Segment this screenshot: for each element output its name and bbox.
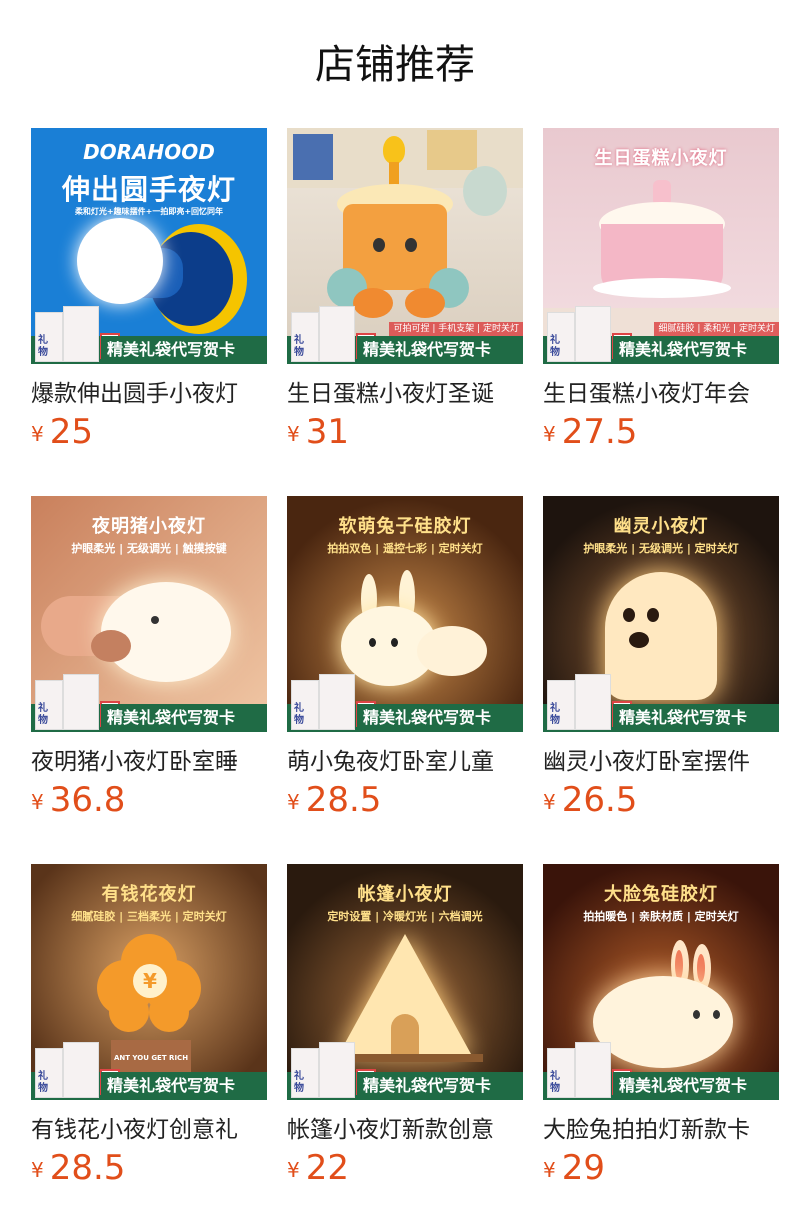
pot-text: ANT YOU GET RICH	[113, 1054, 189, 1062]
product-image[interactable]: 生日蛋糕小夜灯 细腻硅胶 | 柔和光 | 定时关灯 礼物 精美礼袋代写贺卡	[543, 128, 779, 364]
product-price: ¥36.8	[31, 780, 126, 820]
thumb-title: 有钱花夜灯	[101, 884, 197, 905]
thumb-title: 帐篷小夜灯	[357, 884, 453, 905]
product-name[interactable]: 生日蛋糕小夜灯圣诞	[287, 378, 523, 410]
thumb-subtitle: 柔和灯光+趣味摆件+一拍即亮+回忆同年	[74, 207, 224, 216]
product-image[interactable]: 软萌兔子硅胶灯 拍拍双色 | 遥控七彩 | 定时关灯 礼物 精美礼袋代写贺卡	[287, 496, 523, 732]
product-card[interactable]: 可拍可捏 | 手机支架 | 定时关灯 礼物 精美礼袋代写贺卡 生日蛋糕小夜灯圣诞…	[287, 128, 523, 468]
gift-banner: 精美礼袋代写贺卡	[101, 704, 267, 732]
product-card[interactable]: 软萌兔子硅胶灯 拍拍双色 | 遥控七彩 | 定时关灯 礼物 精美礼袋代写贺卡 萌…	[287, 496, 523, 836]
product-name[interactable]: 幽灵小夜灯卧室摆件	[543, 746, 779, 778]
thumb-subtitle: 护眼柔光 | 无级调光 | 定时关灯	[583, 542, 739, 555]
gift-bag-icon: 礼物	[547, 1040, 632, 1098]
brand-logo: DORAHOOD	[83, 140, 215, 164]
product-price: ¥25	[31, 412, 93, 452]
product-name[interactable]: 萌小兔夜灯卧室儿童	[287, 746, 523, 778]
gift-banner: 精美礼袋代写贺卡	[101, 336, 267, 364]
thumb-title: 软萌兔子硅胶灯	[338, 516, 472, 537]
product-card[interactable]: 大脸兔硅胶灯 拍拍暖色 | 亲肤材质 | 定时关灯 礼物 精美礼袋代写贺卡 大脸…	[543, 864, 779, 1204]
gift-bag-icon: 礼物	[291, 304, 376, 362]
product-name[interactable]: 夜明猪小夜灯卧室睡	[31, 746, 267, 778]
gift-banner: 精美礼袋代写贺卡	[357, 336, 523, 364]
thumb-title: 夜明猪小夜灯	[92, 516, 206, 537]
thumb-subtitle: 定时设置 | 冷暖灯光 | 六档调光	[327, 910, 483, 923]
feature-strip: 可拍可捏 | 手机支架 | 定时关灯	[389, 322, 523, 336]
thumb-title: 伸出圆手夜灯	[61, 173, 236, 206]
product-price: ¥22	[287, 1148, 349, 1188]
gift-banner: 精美礼袋代写贺卡	[613, 1072, 779, 1100]
gift-bag-icon: 礼物	[291, 1040, 376, 1098]
product-image[interactable]: 帐篷小夜灯 定时设置 | 冷暖灯光 | 六档调光 礼物 精美礼袋代写贺卡	[287, 864, 523, 1100]
gift-bag-icon: 礼物	[547, 304, 632, 362]
gift-banner: 精美礼袋代写贺卡	[613, 336, 779, 364]
product-image[interactable]: 夜明猪小夜灯 护眼柔光 | 无级调光 | 触摸按键 礼物 精美礼袋代写贺卡	[31, 496, 267, 732]
gift-banner: 精美礼袋代写贺卡	[357, 1072, 523, 1100]
product-price: ¥26.5	[543, 780, 638, 820]
product-price: ¥28.5	[287, 780, 382, 820]
product-card[interactable]: DORAHOOD 伸出圆手夜灯 柔和灯光+趣味摆件+一拍即亮+回忆同年 礼物 精…	[31, 128, 267, 468]
thumb-title: 生日蛋糕小夜灯	[594, 148, 728, 169]
product-image[interactable]: 大脸兔硅胶灯 拍拍暖色 | 亲肤材质 | 定时关灯 礼物 精美礼袋代写贺卡	[543, 864, 779, 1100]
product-image[interactable]: 有钱花夜灯 细腻硅胶 | 三档柔光 | 定时关灯 ¥ ANT YOU GET R…	[31, 864, 267, 1100]
product-name[interactable]: 生日蛋糕小夜灯年会	[543, 378, 779, 410]
thumb-title: 大脸兔硅胶灯	[604, 884, 718, 905]
gift-banner: 精美礼袋代写贺卡	[357, 704, 523, 732]
product-name[interactable]: 有钱花小夜灯创意礼	[31, 1114, 267, 1146]
thumb-subtitle: 拍拍暖色 | 亲肤材质 | 定时关灯	[583, 910, 739, 923]
gift-bag-icon: 礼物	[35, 672, 120, 730]
product-price: ¥28.5	[31, 1148, 126, 1188]
product-price: ¥31	[287, 412, 349, 452]
page-title: 店铺推荐	[315, 42, 475, 88]
thumb-subtitle: 护眼柔光 | 无级调光 | 触摸按键	[71, 542, 227, 555]
feature-strip: 细腻硅胶 | 柔和光 | 定时关灯	[654, 322, 779, 336]
gift-banner: 精美礼袋代写贺卡	[613, 704, 779, 732]
product-image[interactable]: 可拍可捏 | 手机支架 | 定时关灯 礼物 精美礼袋代写贺卡	[287, 128, 523, 364]
product-price: ¥29	[543, 1148, 605, 1188]
gift-bag-icon: 礼物	[35, 304, 120, 362]
product-name[interactable]: 帐篷小夜灯新款创意	[287, 1114, 523, 1146]
product-card[interactable]: 幽灵小夜灯 护眼柔光 | 无级调光 | 定时关灯 礼物 精美礼袋代写贺卡 幽灵小…	[543, 496, 779, 836]
gift-bag-icon: 礼物	[547, 672, 632, 730]
product-price: ¥27.5	[543, 412, 638, 452]
gift-bag-icon: 礼物	[291, 672, 376, 730]
gift-banner: 精美礼袋代写贺卡	[101, 1072, 267, 1100]
thumb-subtitle: 细腻硅胶 | 三档柔光 | 定时关灯	[71, 910, 227, 923]
product-card[interactable]: 帐篷小夜灯 定时设置 | 冷暖灯光 | 六档调光 礼物 精美礼袋代写贺卡 帐篷小…	[287, 864, 523, 1204]
product-card[interactable]: 有钱花夜灯 细腻硅胶 | 三档柔光 | 定时关灯 ¥ ANT YOU GET R…	[31, 864, 267, 1204]
thumb-subtitle: 拍拍双色 | 遥控七彩 | 定时关灯	[327, 542, 483, 555]
product-card[interactable]: 生日蛋糕小夜灯 细腻硅胶 | 柔和光 | 定时关灯 礼物 精美礼袋代写贺卡 生日…	[543, 128, 779, 468]
product-card[interactable]: 夜明猪小夜灯 护眼柔光 | 无级调光 | 触摸按键 礼物 精美礼袋代写贺卡 夜明…	[31, 496, 267, 836]
gift-bag-icon: 礼物	[35, 1040, 120, 1098]
thumb-title: 幽灵小夜灯	[613, 516, 709, 537]
product-image[interactable]: 幽灵小夜灯 护眼柔光 | 无级调光 | 定时关灯 礼物 精美礼袋代写贺卡	[543, 496, 779, 732]
product-name[interactable]: 爆款伸出圆手小夜灯	[31, 378, 267, 410]
product-name[interactable]: 大脸兔拍拍灯新款卡	[543, 1114, 779, 1146]
product-image[interactable]: DORAHOOD 伸出圆手夜灯 柔和灯光+趣味摆件+一拍即亮+回忆同年 礼物 精…	[31, 128, 267, 364]
